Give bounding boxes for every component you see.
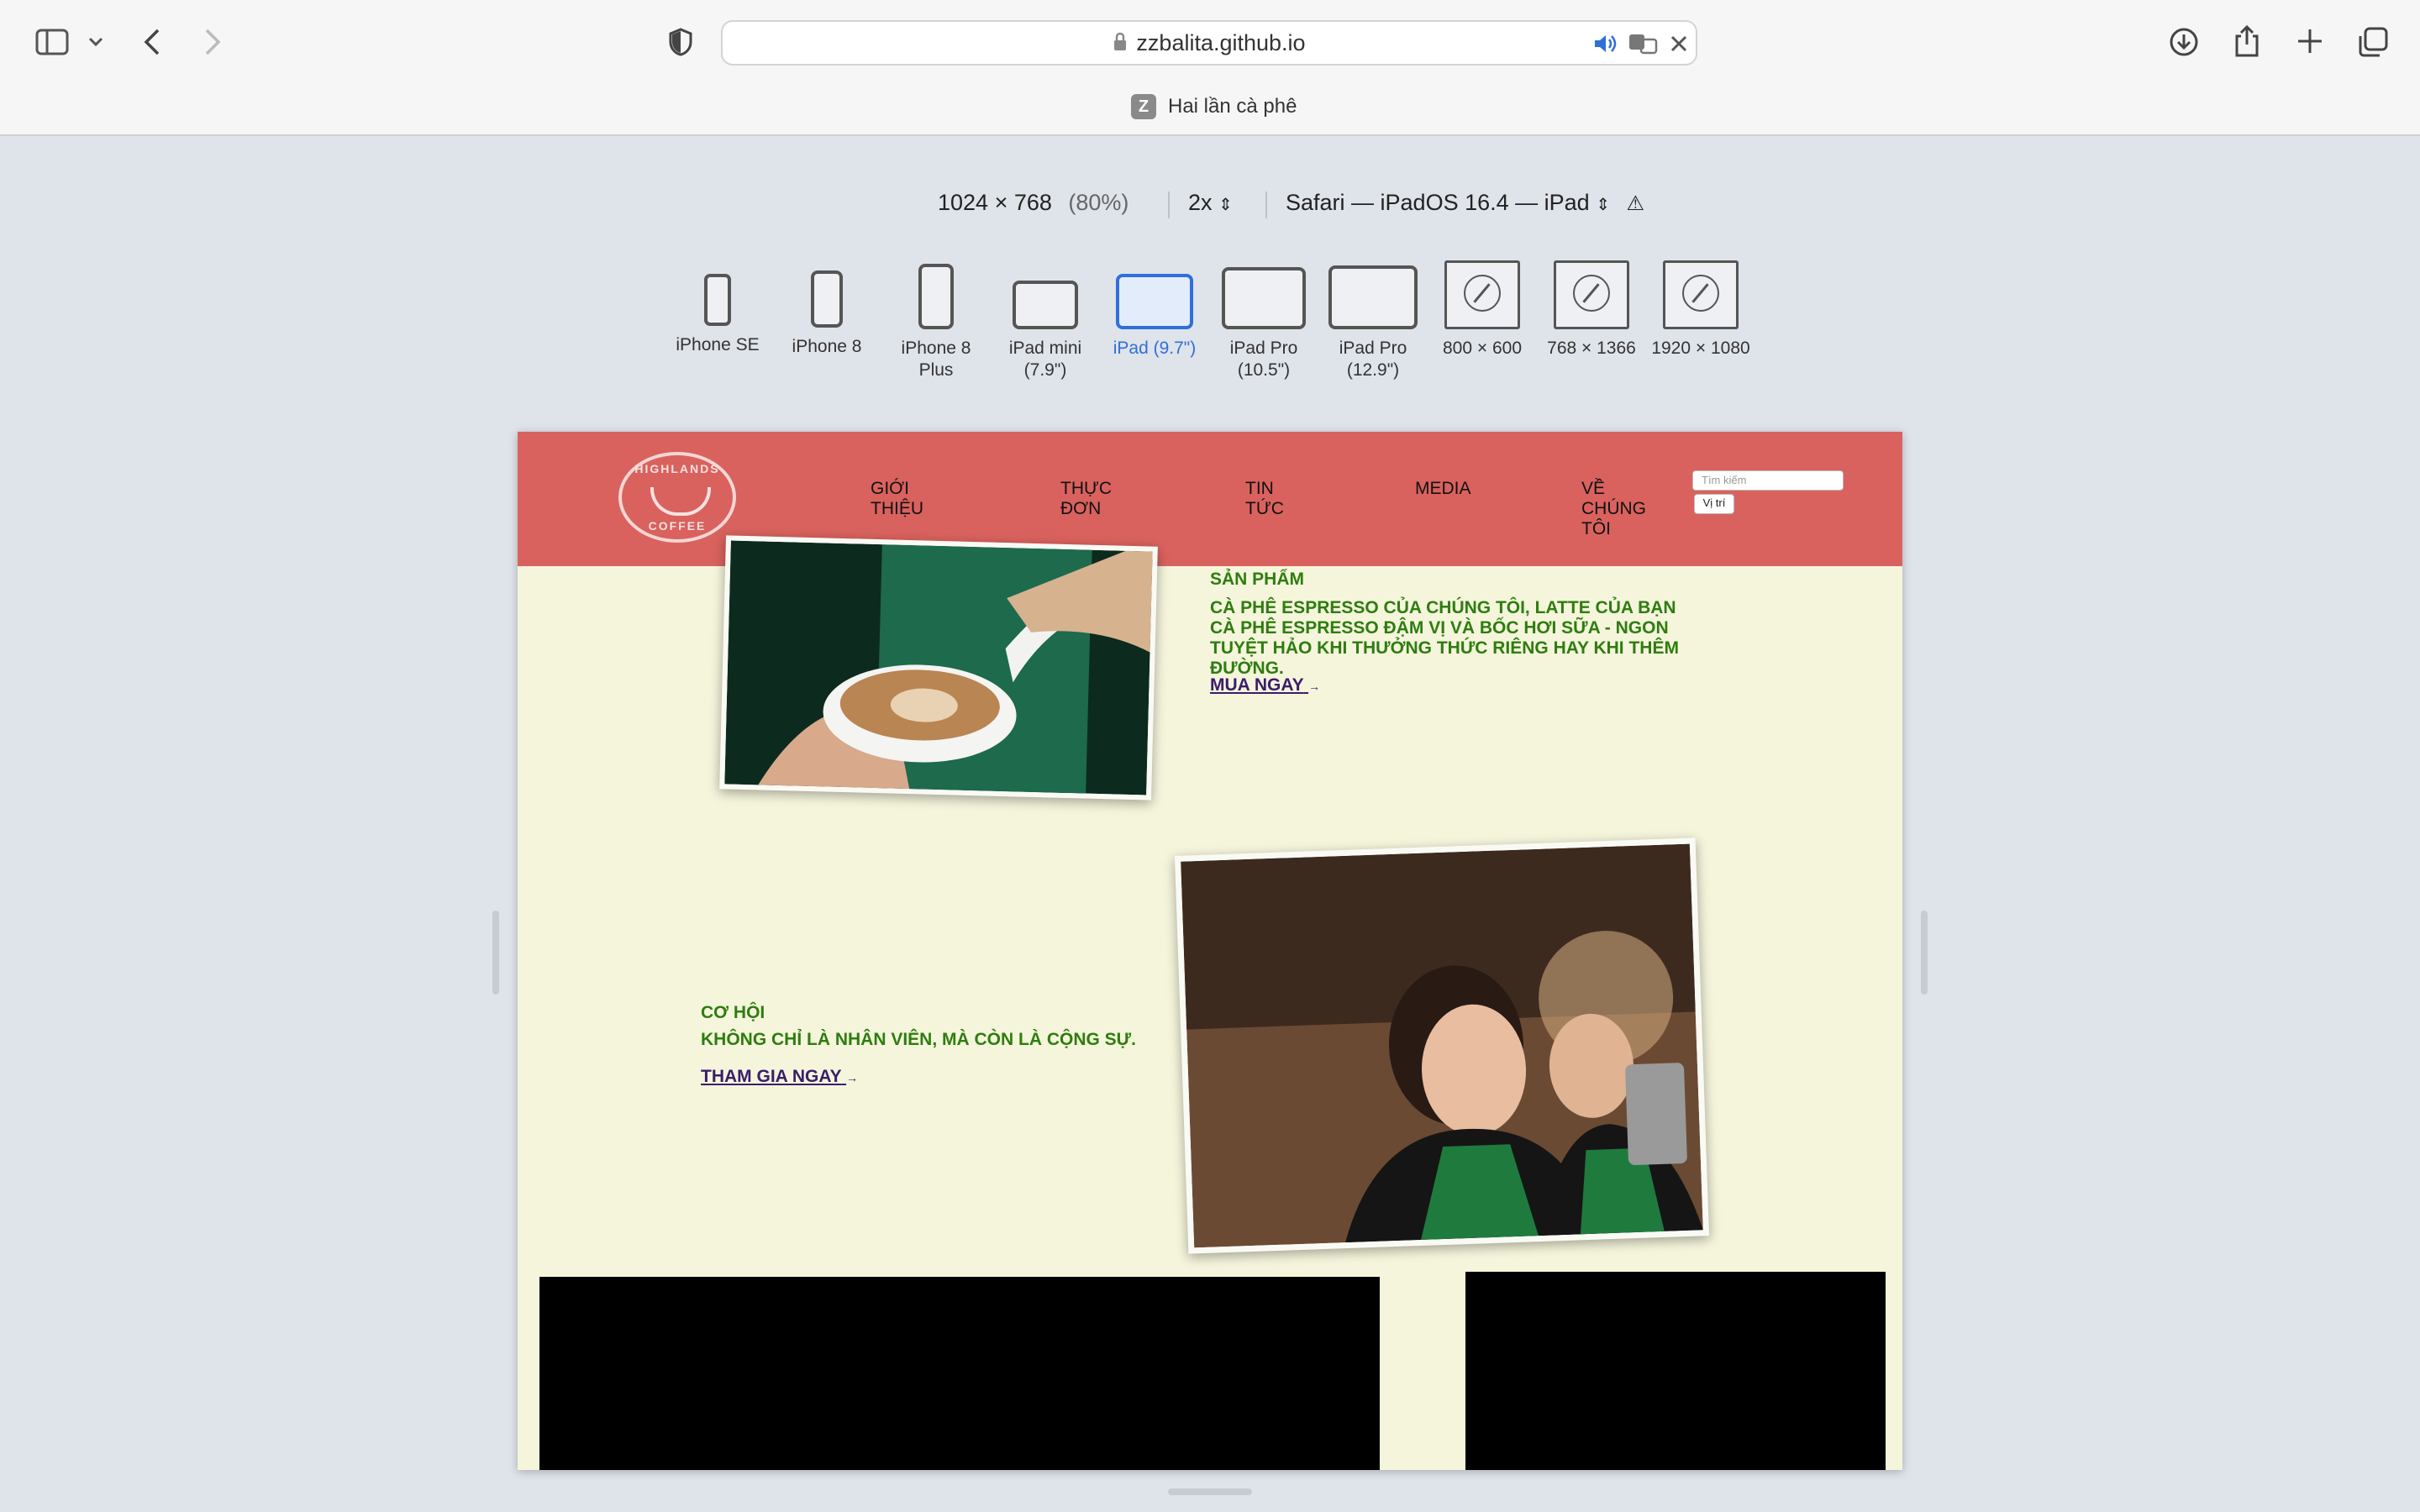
chevron-down-icon[interactable] xyxy=(84,32,108,52)
close-icon[interactable] xyxy=(1667,32,1691,55)
product-description: CÀ PHÊ ESPRESSO CỦA CHÚNG TÔI, LATTE CỦA… xyxy=(1210,598,1679,678)
url-text: zzbalita.github.io xyxy=(723,30,1696,58)
device-label: iPad (9.7") xyxy=(1113,339,1197,358)
separator xyxy=(1168,192,1170,218)
logo-text-bottom: COFFEE xyxy=(648,519,707,533)
viewport-size: 1024 × 768 (80%) xyxy=(938,190,1129,215)
tablet-icon xyxy=(1013,281,1078,329)
career-description: KHÔNG CHỈ LÀ NHÂN VIÊN, MÀ CÒN LÀ CỘNG S… xyxy=(701,1030,1136,1049)
device-label: 800 × 600 xyxy=(1442,339,1522,358)
download-icon[interactable] xyxy=(2168,25,2200,59)
window-icon xyxy=(1663,260,1739,329)
device-iphone-8-plus[interactable]: iPhone 8 Plus xyxy=(886,264,986,381)
nav-thuc-don[interactable]: THỰC ĐƠN xyxy=(1060,479,1119,519)
arrow-right-icon: → xyxy=(846,1071,859,1084)
logo-text-top: HIGHLANDS xyxy=(634,462,720,475)
compass-icon xyxy=(1464,275,1501,312)
location-button[interactable]: Vị trí xyxy=(1694,494,1734,514)
warning-icon[interactable]: ⚠ xyxy=(1626,192,1644,215)
phone-icon xyxy=(918,264,954,329)
lock-icon xyxy=(1113,32,1128,58)
device-label: iPhone 8 Plus xyxy=(901,339,971,380)
resize-handle-bottom[interactable] xyxy=(1168,1488,1252,1495)
nav-ve-chung-toi[interactable]: VỀ CHÚNG TÔI xyxy=(1581,479,1674,539)
latte-photo xyxy=(719,535,1158,801)
device-label: iPad mini (7.9") xyxy=(1008,339,1082,380)
forward-icon[interactable] xyxy=(200,25,225,59)
share-icon[interactable] xyxy=(2232,24,2262,59)
career-heading: CƠ HỘI xyxy=(701,1003,765,1022)
search-input[interactable]: Tìm kiếm xyxy=(1692,470,1844,491)
coffee-cup-icon xyxy=(650,487,711,516)
privacy-shield-icon[interactable] xyxy=(666,27,696,57)
user-agent-select[interactable]: Safari — iPadOS 16.4 — iPad ⇕ ⚠ xyxy=(1286,190,1644,216)
join-now-link[interactable]: THAM GIA NGAY → xyxy=(701,1067,858,1087)
device-label: iPad Pro (12.9") xyxy=(1339,339,1407,380)
window-icon xyxy=(1444,260,1520,329)
buy-now-link[interactable]: MUA NGAY → xyxy=(1210,675,1320,696)
compass-icon xyxy=(1573,275,1610,312)
zoom-level: (80%) xyxy=(1068,190,1129,215)
active-tab[interactable]: Z Hai lần cà phê xyxy=(1131,94,1297,119)
device-800x600[interactable]: 800 × 600 xyxy=(1432,260,1533,360)
back-icon[interactable] xyxy=(139,25,165,59)
device-iphone-8[interactable]: iPhone 8 xyxy=(776,270,877,358)
resize-handle-left[interactable] xyxy=(492,911,499,995)
device-label: iPhone 8 xyxy=(792,337,862,356)
scale-select[interactable]: 2x ⇕ xyxy=(1188,190,1233,216)
nav-media[interactable]: MEDIA xyxy=(1415,479,1471,499)
tablet-icon xyxy=(1116,274,1193,329)
device-1920x1080[interactable]: 1920 × 1080 xyxy=(1650,260,1751,360)
tablet-icon xyxy=(1328,265,1418,329)
device-label: 768 × 1366 xyxy=(1547,339,1636,358)
tab-overview-icon[interactable] xyxy=(2356,25,2390,59)
address-bar[interactable]: zzbalita.github.io xyxy=(721,20,1697,66)
compass-icon xyxy=(1682,275,1719,312)
arrow-right-icon: → xyxy=(1308,680,1321,693)
speaker-icon[interactable] xyxy=(1591,32,1618,55)
device-ipad[interactable]: iPad (9.7") xyxy=(1104,274,1205,360)
tab-title: Hai lần cà phê xyxy=(1168,95,1297,118)
device-label: iPhone SE xyxy=(676,335,760,354)
window-icon xyxy=(1554,260,1629,329)
device-ipad-pro-12-9[interactable]: iPad Pro (12.9") xyxy=(1323,265,1423,381)
nav-gioi-thieu[interactable]: GIỚI THIỆU xyxy=(871,479,938,519)
separator xyxy=(1265,192,1267,218)
video-embed[interactable] xyxy=(539,1277,1380,1470)
baristas-photo xyxy=(1174,837,1710,1254)
tablet-icon xyxy=(1222,267,1306,329)
nav-tin-tuc[interactable]: TIN TỨC xyxy=(1245,479,1296,519)
highlands-logo[interactable]: HIGHLANDS COFFEE xyxy=(618,452,736,543)
phone-icon xyxy=(811,270,843,328)
page-viewport: HIGHLANDS COFFEE GIỚI THIỆU THỰC ĐƠN TIN… xyxy=(518,432,1902,1470)
device-ipad-pro-10-5[interactable]: iPad Pro (10.5") xyxy=(1213,267,1314,381)
device-768x1366[interactable]: 768 × 1366 xyxy=(1541,260,1642,360)
device-ipad-mini[interactable]: iPad mini (7.9") xyxy=(995,281,1096,381)
resize-handle-right[interactable] xyxy=(1921,911,1928,995)
media-embed[interactable] xyxy=(1465,1272,1886,1470)
product-heading: SẢN PHẨM xyxy=(1210,570,1305,589)
device-iphone-se[interactable]: iPhone SE xyxy=(667,274,768,356)
browser-toolbar: zzbalita.github.io Z Hai lần cà phê xyxy=(0,0,2420,136)
translate-icon[interactable] xyxy=(1627,30,1660,57)
new-tab-icon[interactable] xyxy=(2294,25,2326,57)
sidebar-icon[interactable] xyxy=(34,27,71,57)
device-label: 1920 × 1080 xyxy=(1651,339,1750,358)
device-label: iPad Pro (10.5") xyxy=(1229,339,1298,380)
updown-icon: ⇕ xyxy=(1596,196,1610,214)
updown-icon: ⇕ xyxy=(1218,196,1233,214)
favicon: Z xyxy=(1131,94,1156,119)
phone-icon xyxy=(704,274,731,326)
